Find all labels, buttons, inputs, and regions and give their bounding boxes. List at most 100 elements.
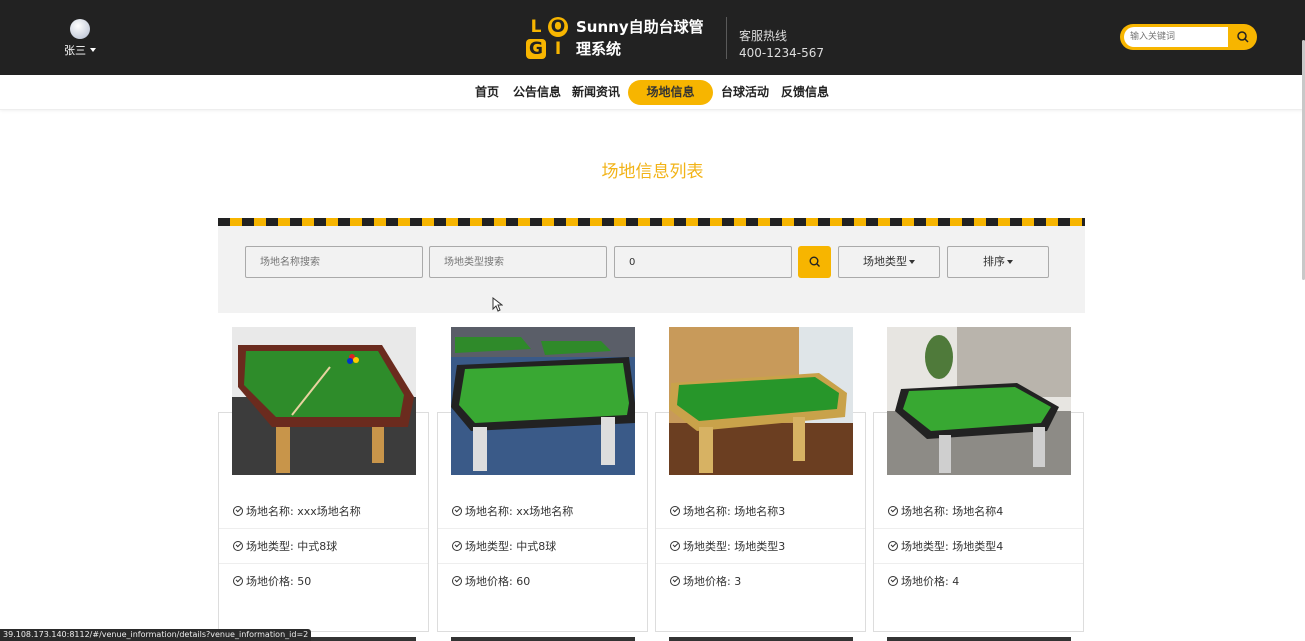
search-icon[interactable] — [1235, 29, 1251, 45]
check-circle-icon — [452, 506, 462, 516]
card-row-price: 场地价格: 60 — [438, 564, 647, 599]
venue-name: 场地名称3 — [734, 505, 786, 518]
card-row-name: 场地名称: 场地名称3 — [656, 494, 865, 529]
venue-type: 场地类型4 — [952, 540, 1004, 553]
venue-image[interactable] — [451, 327, 635, 475]
nav-item-announcements[interactable]: 公告信息 — [512, 80, 562, 105]
nav-item-news[interactable]: 新闻资讯 — [571, 80, 621, 105]
hotline: 客服热线 400-1234-567 — [739, 28, 824, 62]
name-label: 场地名称: — [683, 505, 731, 518]
search-button[interactable] — [798, 246, 831, 278]
venue-price: 4 — [952, 575, 960, 588]
price-label: 场地价格: — [683, 575, 731, 588]
user-menu[interactable]: 张三 — [60, 19, 100, 58]
nav-item-activities[interactable]: 台球活动 — [720, 80, 770, 105]
venue-type-dropdown-label: 场地类型 — [863, 255, 907, 268]
check-circle-icon — [233, 506, 243, 516]
type-label: 场地类型: — [901, 540, 949, 553]
pool-table-image — [669, 327, 853, 475]
check-circle-icon — [670, 506, 680, 516]
venue-name: 场地名称4 — [952, 505, 1004, 518]
status-url: 39.108.173.140:8112/#/venue_information/… — [0, 629, 312, 641]
chevron-down-icon — [909, 260, 915, 264]
card-row-price: 场地价格: 50 — [219, 564, 428, 599]
card-row-price: 场地价格: 3 — [656, 564, 865, 599]
nav-item-home[interactable]: 首页 — [472, 80, 502, 105]
venue-price: 60 — [516, 575, 531, 588]
price-label: 场地价格: — [465, 575, 513, 588]
logo: L O G I — [526, 17, 570, 59]
check-circle-icon — [233, 576, 243, 586]
chevron-down-icon — [90, 48, 96, 52]
venue-name: xx场地名称 — [516, 505, 574, 518]
venue-type-dropdown[interactable]: 场地类型 — [838, 246, 940, 278]
venue-price: 50 — [297, 575, 312, 588]
top-header: 张三 L O G I Sunny自助台球管理系统 客服热线 400-1234-5… — [0, 0, 1305, 75]
check-circle-icon — [888, 541, 898, 551]
check-circle-icon — [888, 576, 898, 586]
card-row-type: 场地类型: 中式8球 — [438, 529, 647, 564]
main-nav: 首页 公告信息 新闻资讯 场地信息 台球活动 反馈信息 — [0, 75, 1305, 110]
card-row-type: 场地类型: 中式8球 — [219, 529, 428, 564]
check-circle-icon — [888, 506, 898, 516]
name-label: 场地名称: — [246, 505, 294, 518]
venue-image[interactable] — [887, 327, 1071, 475]
pool-table-image — [232, 327, 416, 475]
pool-table-image — [451, 327, 635, 475]
check-circle-icon — [670, 541, 680, 551]
divider — [726, 17, 727, 59]
hotline-label: 客服热线 — [739, 29, 788, 43]
logo-letter-l: L — [530, 17, 542, 37]
venue-type: 中式8球 — [297, 540, 338, 553]
card-row-type: 场地类型: 场地类型3 — [656, 529, 865, 564]
avatar[interactable] — [70, 19, 90, 39]
venue-image[interactable] — [232, 327, 416, 475]
type-label: 场地类型: — [683, 540, 731, 553]
header-search — [1120, 24, 1257, 50]
price-label: 场地价格: — [246, 575, 294, 588]
decorative-stripe — [218, 218, 1085, 226]
logo-letter-g: G — [526, 39, 546, 59]
name-label: 场地名称: — [901, 505, 949, 518]
sort-dropdown[interactable]: 排序 — [947, 246, 1049, 278]
nav-item-feedback[interactable]: 反馈信息 — [780, 80, 830, 105]
venue-image[interactable] — [451, 637, 635, 641]
venue-price: 3 — [734, 575, 742, 588]
nav-item-venues[interactable]: 场地信息 — [628, 80, 713, 105]
card-row-name: 场地名称: 场地名称4 — [874, 494, 1083, 529]
user-name[interactable]: 张三 — [64, 42, 96, 58]
header-search-input[interactable] — [1124, 27, 1228, 47]
venue-type-search-input[interactable] — [429, 246, 607, 278]
card-row-price: 场地价格: 4 — [874, 564, 1083, 599]
sort-dropdown-label: 排序 — [983, 255, 1005, 268]
filter-panel: 场地类型 排序 — [218, 226, 1085, 313]
card-row-type: 场地类型: 场地类型4 — [874, 529, 1083, 564]
check-circle-icon — [233, 541, 243, 551]
check-circle-icon — [452, 576, 462, 586]
price-label: 场地价格: — [901, 575, 949, 588]
brand-title: Sunny自助台球管理系统 — [576, 18, 704, 58]
price-input[interactable] — [614, 246, 792, 278]
venue-image[interactable] — [669, 327, 853, 475]
check-circle-icon — [670, 576, 680, 586]
mouse-cursor-icon — [492, 297, 503, 312]
hotline-number: 400-1234-567 — [739, 46, 825, 60]
venue-image[interactable] — [887, 637, 1071, 641]
chevron-down-icon — [1007, 260, 1013, 264]
venue-type: 中式8球 — [516, 540, 557, 553]
pool-table-image — [887, 327, 1071, 475]
venue-type: 场地类型3 — [734, 540, 786, 553]
card-row-name: 场地名称: xxx场地名称 — [219, 494, 428, 529]
search-icon — [809, 256, 820, 267]
user-name-label: 张三 — [64, 44, 86, 57]
card-row-name: 场地名称: xx场地名称 — [438, 494, 647, 529]
venue-name: xxx场地名称 — [297, 505, 361, 518]
name-label: 场地名称: — [465, 505, 513, 518]
check-circle-icon — [452, 541, 462, 551]
type-label: 场地类型: — [246, 540, 294, 553]
page-title: 场地信息列表 — [601, 162, 704, 182]
venue-image[interactable] — [669, 637, 853, 641]
venue-name-search-input[interactable] — [245, 246, 423, 278]
logo-letter-i: I — [554, 39, 562, 59]
type-label: 场地类型: — [465, 540, 513, 553]
